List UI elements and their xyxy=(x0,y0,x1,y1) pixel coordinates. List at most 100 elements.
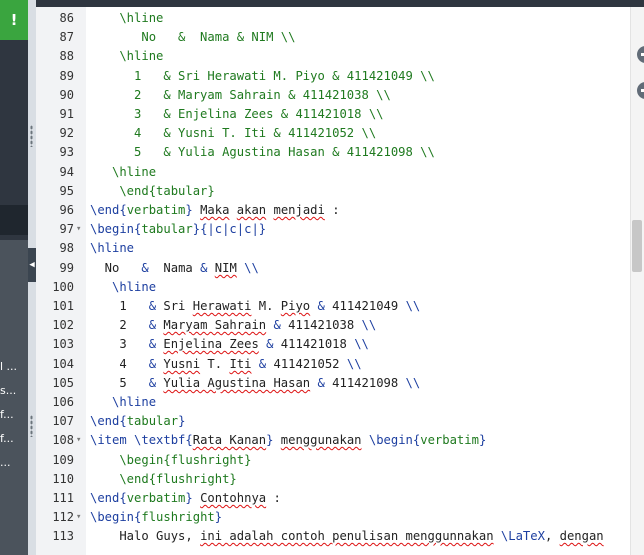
code-line[interactable]: 4 & Yusni T. Iti & 411421052 \\ xyxy=(90,124,376,143)
code-token: \hline xyxy=(90,395,157,409)
sidebar-item[interactable]: f... xyxy=(0,432,14,445)
code-token: & xyxy=(148,337,157,351)
code-line[interactable]: \hline xyxy=(90,163,156,182)
code-token: dengan xyxy=(559,529,604,543)
code-token: NIM xyxy=(214,261,237,275)
line-number: 106 xyxy=(52,395,74,409)
code-token: } xyxy=(178,414,186,428)
code-line[interactable]: 2 & Maryam Sahrain & 411421038 \\ xyxy=(90,316,376,335)
code-token: } xyxy=(185,491,193,505)
code-line[interactable]: No & Nama & NIM \\ xyxy=(90,259,259,278)
fold-toggle-icon[interactable]: ▾ xyxy=(76,508,81,527)
code-line[interactable]: \end{tabular} xyxy=(90,182,214,201)
code-line[interactable]: No & Nama & NIM \\ xyxy=(90,28,295,47)
line-number: 96 xyxy=(59,203,74,217)
code-token: Rata Kanan xyxy=(192,433,267,447)
code-line[interactable]: \end{tabular} xyxy=(90,412,185,431)
code-line[interactable]: 5 & Yulia Agustina Hasan & 411421098 \\ xyxy=(90,374,420,393)
code-line[interactable]: 5 & Yulia Agustina Hasan & 411421098 \\ xyxy=(90,143,435,162)
code-token: 411421018 xyxy=(273,337,355,351)
code-token: tabular xyxy=(126,414,179,428)
line-number: 104 xyxy=(52,357,74,371)
code-token: Yusni xyxy=(163,357,201,371)
sidebar-item[interactable]: s... xyxy=(0,384,16,397)
code-token: } xyxy=(214,510,223,524)
code-token: \item \textbf{ xyxy=(90,433,193,447)
sidebar-item[interactable]: l ... xyxy=(0,360,17,373)
code-line[interactable]: 3 & Enjelina Zees & 411421018 \\ xyxy=(90,335,369,354)
code-line[interactable]: 3 & Enjelina Zees & 411421018 \\ xyxy=(90,105,383,124)
sidebar-item[interactable]: f... xyxy=(0,408,14,421)
code-token: \begin{ xyxy=(90,510,142,524)
code-token: Herawati xyxy=(192,299,252,313)
code-token: 411421098 xyxy=(324,376,406,390)
code-line[interactable]: \hline xyxy=(90,47,163,66)
code-token: \hline xyxy=(90,11,164,25)
code-line[interactable]: Halo Guys, ini adalah contoh penulisan m… xyxy=(90,527,604,546)
code-token: & xyxy=(317,376,325,390)
code-token: \hline xyxy=(90,241,135,255)
scrollbar-thumb[interactable] xyxy=(632,220,642,272)
code-line[interactable]: \end{flushright} xyxy=(90,470,236,489)
code-token: 5 & Yulia Agustina Hasan & 411421098 \\ xyxy=(90,145,435,159)
line-number: 100 xyxy=(52,280,74,294)
code-line[interactable]: \begin{flushright} xyxy=(90,451,251,470)
code-token: 5 xyxy=(90,376,149,390)
code-token: 411421052 xyxy=(266,357,347,371)
code-line[interactable]: \end{verbatim} Maka akan menjadi : xyxy=(90,201,340,220)
resize-grip-icon[interactable] xyxy=(30,415,33,437)
code-token: T. xyxy=(200,357,230,371)
code-token: } xyxy=(185,203,193,217)
code-token: 2 & Maryam Sahrain & 411421038 \\ xyxy=(90,88,391,102)
code-token: & xyxy=(273,318,281,332)
code-token: 1 & Sri Herawati M. Piyo & 411421049 \\ xyxy=(90,69,435,83)
code-token: Enjelina Zees xyxy=(163,337,259,351)
code-token: 3 xyxy=(90,337,149,351)
code-line[interactable]: \hline xyxy=(90,278,156,297)
left-panel: ! l ... s... f... f... ... ◀ xyxy=(0,0,36,555)
code-token: \hline xyxy=(90,280,157,294)
code-line[interactable]: 1 & Sri Herawati M. Piyo & 411421049 \\ xyxy=(90,297,420,316)
code-line[interactable]: \begin{flushright} xyxy=(90,508,222,527)
code-token: menjadi xyxy=(273,203,325,217)
code-token: 411421049 xyxy=(324,299,406,313)
code-token: No xyxy=(90,261,142,275)
code-token: \begin{ xyxy=(368,433,421,447)
code-line[interactable]: \hline xyxy=(90,9,163,28)
code-line[interactable]: \item \textbf{Rata Kanan} menggunakan \b… xyxy=(90,431,486,450)
fold-toggle-icon[interactable]: ▾ xyxy=(76,220,81,239)
line-number: 103 xyxy=(52,337,74,351)
code-token: \\ xyxy=(244,261,259,275)
code-token: \\ xyxy=(405,299,421,313)
code-token: ini adalah contoh penulisan menggunnakan xyxy=(200,529,494,543)
code-line[interactable]: \hline xyxy=(90,393,156,412)
code-line[interactable]: 2 & Maryam Sahrain & 411421038 \\ xyxy=(90,86,391,105)
fold-toggle-icon[interactable]: ▾ xyxy=(76,431,81,450)
code-line[interactable]: 4 & Yusni T. Iti & 411421052 \\ xyxy=(90,355,362,374)
collapse-panel-icon[interactable]: ◀ xyxy=(28,248,36,282)
sidebar-item[interactable]: ... xyxy=(0,456,11,469)
code-token: Iti xyxy=(229,357,252,371)
code-line[interactable]: 1 & Sri Herawati M. Piyo & 411421049 \\ xyxy=(90,67,435,86)
code-token: No & Nama & NIM \\ xyxy=(90,30,296,44)
code-token: & xyxy=(141,261,149,275)
code-token: 2 xyxy=(90,318,149,332)
line-number: 87 xyxy=(59,30,74,44)
alert-badge[interactable]: ! xyxy=(0,0,28,40)
code-token: verbatim xyxy=(126,491,186,505)
code-line[interactable]: \begin{tabular}{|c|c|c|} xyxy=(90,220,266,239)
code-token: & xyxy=(317,299,325,313)
code-token: Contohnya xyxy=(200,491,267,505)
line-number: 86 xyxy=(59,11,74,25)
resize-grip-icon[interactable] xyxy=(30,125,33,147)
code-token: 1 xyxy=(90,299,149,313)
code-line[interactable]: \hline xyxy=(90,239,134,258)
code-line[interactable]: \end{verbatim} Contohnya : xyxy=(90,489,281,508)
code-token: \\ xyxy=(346,357,362,371)
code-token: \hline xyxy=(90,49,164,63)
code-token: \end{ xyxy=(90,491,127,505)
